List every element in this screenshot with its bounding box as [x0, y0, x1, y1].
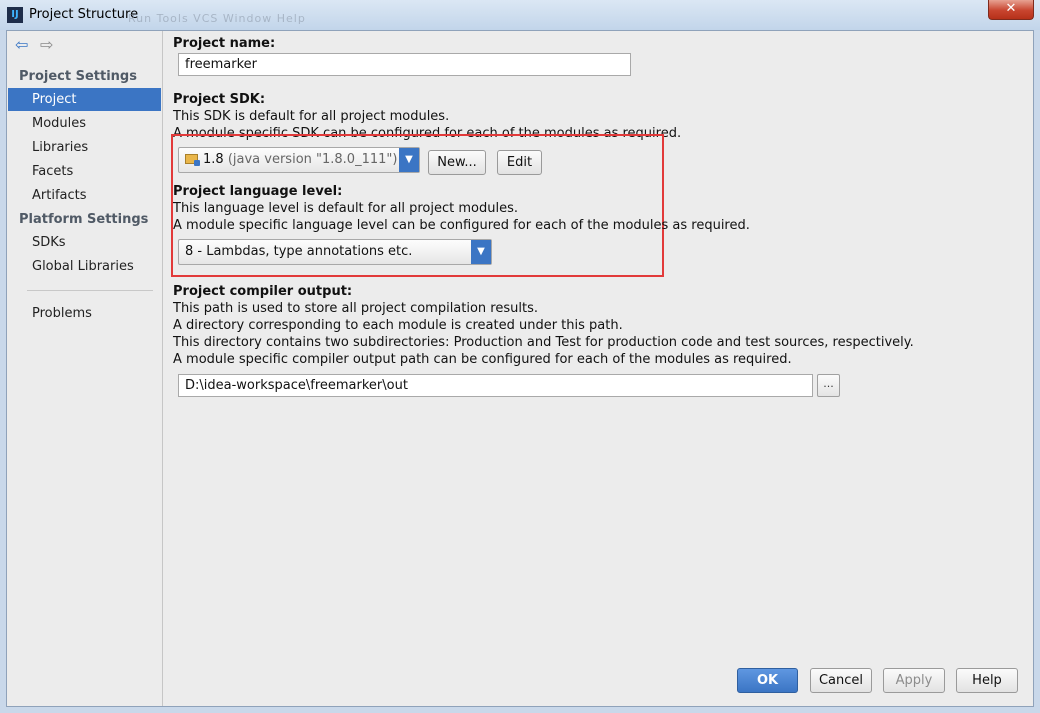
- compiler-output-path-input[interactable]: D:\idea-workspace\freemarker\out: [178, 374, 813, 397]
- dialog-frame: ⇦ ⇨ Project Settings Project Modules Lib…: [6, 30, 1034, 707]
- project-settings-panel: Project name: freemarker Project SDK: Th…: [163, 31, 1033, 661]
- chevron-down-icon[interactable]: ▼: [399, 148, 419, 172]
- sidebar-item-problems[interactable]: Problems: [8, 302, 161, 325]
- compiler-output-desc-3: This directory contains two subdirectori…: [173, 335, 914, 350]
- sidebar-item-artifacts[interactable]: Artifacts: [8, 184, 161, 207]
- sidebar-separator: [27, 290, 153, 291]
- project-sdk-dropdown[interactable]: 1.8 (java version "1.8.0_111") ▼: [178, 147, 420, 173]
- ok-button[interactable]: OK: [737, 668, 798, 693]
- project-sdk-label: Project SDK:: [173, 92, 266, 107]
- language-level-dropdown[interactable]: 8 - Lambdas, type annotations etc. ▼: [178, 239, 492, 265]
- sidebar-item-sdks[interactable]: SDKs: [8, 231, 161, 254]
- project-name-label: Project name:: [173, 36, 276, 51]
- cancel-button[interactable]: Cancel: [810, 668, 872, 693]
- project-sdk-desc-1: This SDK is default for all project modu…: [173, 109, 450, 124]
- language-level-value: 8 - Lambdas, type annotations etc.: [185, 244, 413, 259]
- window-titlebar: IJ Project Structure Run Tools VCS Windo…: [0, 0, 1040, 30]
- sidebar: ⇦ ⇨ Project Settings Project Modules Lib…: [7, 31, 163, 706]
- compiler-output-desc-2: A directory corresponding to each module…: [173, 318, 623, 333]
- compiler-output-desc-1: This path is used to store all project c…: [173, 301, 538, 316]
- sdk-new-button[interactable]: New...: [428, 150, 486, 175]
- arrow-left-icon[interactable]: ⇦: [15, 37, 28, 53]
- sidebar-item-facets[interactable]: Facets: [8, 160, 161, 183]
- sdk-edit-button[interactable]: Edit: [497, 150, 542, 175]
- compiler-output-label: Project compiler output:: [173, 284, 353, 299]
- background-menu-ghost: Run Tools VCS Window Help: [128, 12, 306, 25]
- sidebar-item-global-libraries[interactable]: Global Libraries: [8, 255, 161, 278]
- chevron-down-icon[interactable]: ▼: [471, 240, 491, 264]
- window-close-button[interactable]: ✕: [988, 0, 1034, 20]
- sidebar-header-platform-settings: Platform Settings: [19, 212, 149, 227]
- project-sdk-value: 1.8 (java version "1.8.0_111"): [185, 152, 397, 167]
- intellij-logo-icon: IJ: [7, 7, 23, 23]
- compiler-output-desc-4: A module specific compiler output path c…: [173, 352, 792, 367]
- language-level-desc-1: This language level is default for all p…: [173, 201, 518, 216]
- project-name-input[interactable]: freemarker: [178, 53, 631, 76]
- apply-button[interactable]: Apply: [883, 668, 945, 693]
- sdk-version-detail: (java version "1.8.0_111"): [227, 152, 398, 167]
- language-level-label: Project language level:: [173, 184, 343, 199]
- sidebar-item-project[interactable]: Project: [8, 88, 161, 111]
- folder-icon: [185, 154, 200, 166]
- browse-button[interactable]: ...: [817, 374, 840, 397]
- sidebar-header-project-settings: Project Settings: [19, 69, 137, 84]
- sidebar-item-modules[interactable]: Modules: [8, 112, 161, 135]
- window-title: Project Structure: [29, 7, 139, 22]
- sdk-version: 1.8: [203, 152, 224, 167]
- language-level-desc-2: A module specific language level can be …: [173, 218, 750, 233]
- dialog-button-bar: OK Cancel Apply Help: [163, 661, 1033, 706]
- help-button[interactable]: Help: [956, 668, 1018, 693]
- arrow-right-icon[interactable]: ⇨: [40, 37, 53, 53]
- sidebar-item-libraries[interactable]: Libraries: [8, 136, 161, 159]
